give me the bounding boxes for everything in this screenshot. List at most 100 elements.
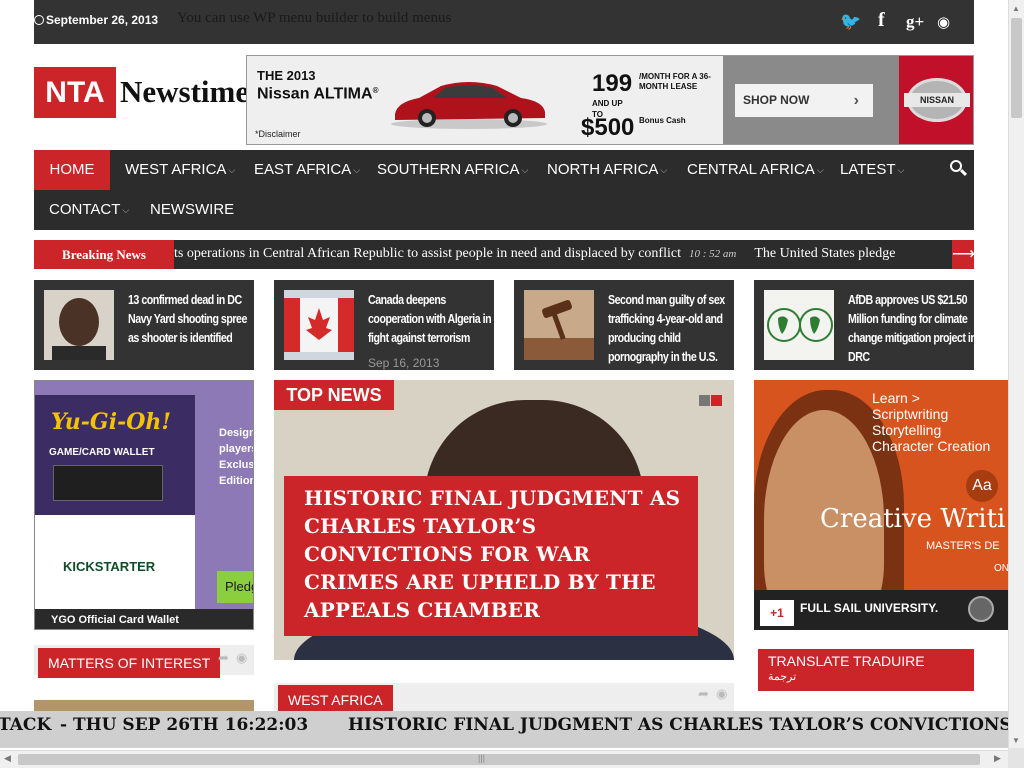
rss-icon[interactable]: ◉ [236,650,247,666]
facebook-icon[interactable]: f [878,9,885,31]
scrollbar-corner [1008,748,1024,768]
ad-online: ON [994,563,1008,574]
featured-card[interactable]: 13 confirmed dead in DC Navy Yard shooti… [34,280,254,370]
ad-learn-list: Learn > Scriptwriting Storytelling Chara… [872,390,991,454]
ticker-text: TACK [0,715,52,735]
ad-footer: YGO Official Card Wallet [35,609,253,629]
featured-title[interactable]: AfDB approves US $21.50 Million funding … [848,290,974,366]
ad-subtitle: GAME/CARD WALLET [49,447,155,458]
nav-contact[interactable]: CONTACT ⌵ [49,190,129,230]
featured-card[interactable]: AfDB approves US $21.50 Million funding … [754,280,974,370]
translate-title: TRANSLATE TRADUIRE [768,653,925,669]
ad-school-name: FULL SAIL UNIVERSITY. [800,601,939,615]
ad-badge: Aa [966,470,998,502]
slider-pagination[interactable] [698,393,724,406]
chevron-down-icon: ⌵ [353,165,361,175]
google-plus-icon[interactable]: g+ [906,11,924,33]
top-news-label: TOP NEWS [274,380,394,410]
shop-now-button[interactable]: SHOP NOW › [735,84,873,117]
breaking-news-ticker[interactable]: ts operations in Central African Republi… [174,240,952,269]
arrow-right-icon[interactable]: ⟶ [952,240,975,269]
site-logo-badge[interactable]: NTA [34,67,116,118]
pledge-button[interactable]: Pledge [217,571,253,603]
yugioh-wallet-ad[interactable]: Yu-Gi-Oh! GAME/CARD WALLET KICKSTARTER D… [34,380,254,630]
featured-thumbnail [524,290,594,360]
slider-dot-active[interactable] [711,395,722,406]
car-image [391,82,547,129]
rss-icon[interactable]: ◉ [716,686,727,702]
chevron-down-icon: ⌵ [521,165,529,175]
ticker-timestamp: - THU SEP 26TH 16:22:03 [60,715,309,735]
ad-degree: MASTER'S DE [926,540,1000,552]
search-icon[interactable] [948,158,968,178]
nav-southern-africa[interactable]: SOUTHERN AFRICA ⌵ [377,150,528,190]
top-bar [34,0,974,44]
nav-central-africa[interactable]: CENTRAL AFRICA ⌵ [687,150,824,190]
site-logo-wordmark[interactable]: Newstime [120,74,246,110]
featured-title[interactable]: Second man guilty of sex trafficking 4-y… [608,290,734,366]
nav-east-africa[interactable]: EAST AFRICA ⌵ [254,150,360,190]
nav-newswire[interactable]: NEWSWIRE [150,190,234,230]
top-news-headline[interactable]: HISTORIC FINAL JUDGMENT AS CHARLES TAYLO… [304,484,684,624]
scrollbar-thumb[interactable] [1011,18,1022,118]
share-icon[interactable]: ➦ [218,650,229,666]
chevron-down-icon: ⌵ [122,205,130,215]
top-menu-message: You can use WP menu builder to build men… [177,10,452,26]
slider-dot[interactable] [699,395,710,406]
featured-thumbnail [764,290,834,360]
breaking-news-label: Breaking News [34,240,174,269]
google-plus-one-button[interactable]: +1 [760,600,794,626]
translate-widget[interactable]: TRANSLATE TRADUIRE ترجمة [758,649,974,691]
ad-headline: Creative Writi [820,504,1006,534]
scroll-left-icon[interactable]: ◀ [4,753,11,764]
nav-latest[interactable]: LATEST ⌵ [840,150,904,190]
clock-icon [34,15,44,25]
kickstarter-logo: KICKSTARTER [63,559,156,574]
full-sail-ad[interactable]: Learn > Scriptwriting Storytelling Chara… [754,380,1008,630]
horizontal-scrollbar[interactable]: ◀ ||| ▶ [0,750,1008,768]
featured-thumbnail [284,290,354,360]
nav-home[interactable]: HOME [34,150,110,190]
arrow-right-icon[interactable] [968,596,994,622]
bottom-news-ticker[interactable]: TACK - THU SEP 26TH 16:22:03 HISTORIC FI… [0,711,1008,748]
matters-of-interest-label: MATTERS OF INTEREST [38,648,221,678]
ad-per-month: /MONTH FOR A 36-MONTH LEASE [639,72,711,91]
rss-icon[interactable]: ◉ [937,11,950,33]
share-icon[interactable]: ➦ [698,686,709,702]
date-display: September 26, 2013 [34,13,158,27]
wallet-image [53,465,163,501]
chevron-down-icon: ⌵ [660,165,668,175]
vertical-scrollbar[interactable]: ▲ ▼ [1008,0,1024,748]
scrollbar-thumb[interactable] [18,754,980,765]
ticker-headline[interactable]: HISTORIC FINAL JUDGMENT AS CHARLES TAYLO… [348,711,1008,740]
nav-west-africa[interactable]: WEST AFRICA ⌵ [125,150,235,190]
ad-bonus-label: Bonus Cash [639,116,686,125]
ad-description: Designe players lik Exclusive, Edition R [219,427,254,487]
featured-card[interactable]: Second man guilty of sex trafficking 4-y… [514,280,734,370]
ad-model: THE 2013 Nissan ALTIMA® [257,68,379,103]
ad-monthly-price: 199 [592,70,633,97]
chevron-down-icon: ⌵ [816,165,824,175]
nissan-logo: NISSAN [904,78,970,122]
ad-disclaimer[interactable]: *Disclaimer [255,129,301,139]
featured-card[interactable]: Canada deepens cooperation with Algeria … [274,280,494,370]
translate-arabic: ترجمة [768,671,797,683]
scroll-right-icon[interactable]: ▶ [994,753,1001,764]
date-text: September 26, 2013 [46,13,159,27]
featured-title[interactable]: Canada deepens cooperation with Algeria … [368,290,494,347]
twitter-icon[interactable]: 🐦 [840,11,861,33]
nav-north-africa[interactable]: NORTH AFRICA ⌵ [547,150,667,190]
chevron-down-icon: ⌵ [228,165,236,175]
featured-date: Sep 16, 2013 [368,356,440,370]
scroll-down-icon[interactable]: ▼ [1012,736,1020,745]
kickstarter-panel: KICKSTARTER [35,515,195,609]
chevron-right-icon: › [853,92,859,109]
scroll-up-icon[interactable]: ▲ [1012,4,1020,13]
scrollbar-grip-icon: ||| [478,753,486,763]
nissan-banner-ad[interactable]: THE 2013 Nissan ALTIMA® 199 /MONTH FOR A … [246,55,974,145]
chevron-down-icon: ⌵ [897,165,905,175]
ad-logo: Yu-Gi-Oh! [51,409,172,435]
featured-thumbnail [44,290,114,360]
featured-title[interactable]: 13 confirmed dead in DC Navy Yard shooti… [128,290,254,347]
ad-bonus-price: $500 [581,114,635,141]
